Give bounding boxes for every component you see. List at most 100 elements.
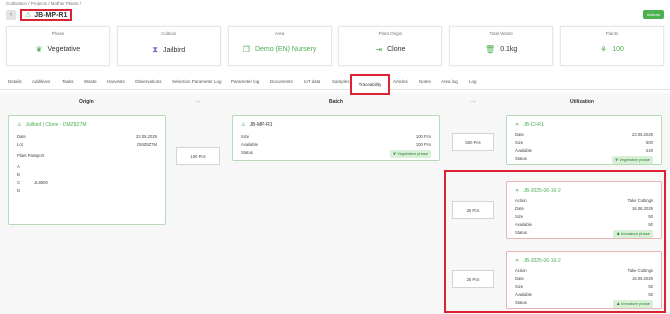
- field-label: Status: [515, 156, 527, 161]
- field-label: Available: [515, 292, 532, 297]
- utilization-card[interactable]: ✕ JB-2025-06-16-2 Action Take Cuttings Dat…: [506, 251, 662, 309]
- stat-cultivar: Cultivar ⧗ Jailbird: [116, 26, 221, 66]
- field-value: 16.06.2025: [632, 276, 653, 281]
- stat-total-waste: Total Waste 🗑 0.1kg: [449, 26, 554, 66]
- field-label: Available: [515, 222, 532, 227]
- passport-list: A B C JL8500 D: [17, 164, 157, 196]
- status-badge: ❦ Vegetative phase: [389, 150, 431, 158]
- tab-observations[interactable]: Observations: [135, 79, 162, 84]
- page-title: JB-MP-R1: [34, 11, 68, 19]
- plant-passport-label: Plant Passport: [17, 153, 45, 158]
- utilization-heading: Utilization: [570, 99, 594, 105]
- batch-heading: Batch: [329, 99, 343, 105]
- field-label: Size: [515, 140, 524, 145]
- field-label: Available: [241, 142, 258, 147]
- stat-label: Cultivar: [161, 31, 177, 36]
- title-bar: ‹ ⚠ JB-MP-R1: [6, 8, 73, 22]
- field-label: Status: [241, 150, 253, 155]
- tab-traceability[interactable]: Traceability: [350, 74, 390, 95]
- field-value: 50: [648, 284, 653, 289]
- tab-parameter-log[interactable]: Parameter log: [231, 79, 259, 84]
- field-value: 50: [648, 292, 653, 297]
- field-label: Date: [515, 276, 524, 281]
- utilization-title[interactable]: JB-2025-06-16-2: [523, 258, 561, 264]
- field-value: 100 Pcs: [415, 142, 431, 147]
- stat-plant-origin: Plant Origin ⇥ Clone: [338, 26, 443, 66]
- utilization-card[interactable]: ✕ JB-CI-R1 Date 22.05.2025 Size 500 Availab…: [506, 115, 662, 165]
- copy-icon: ❐: [242, 45, 250, 54]
- field-value: 100 Pcs: [415, 134, 431, 139]
- field-label: Date: [515, 206, 524, 211]
- field-label: Date: [17, 134, 26, 139]
- passport-key: C: [17, 180, 21, 185]
- passport-key: A: [17, 164, 20, 169]
- origin-quantity: 100 Pcs: [176, 147, 220, 165]
- tab-documents[interactable]: Documents: [270, 79, 293, 84]
- field-value: Take Cuttings: [627, 198, 653, 203]
- origin-title[interactable]: Jailbird | Clone - DMZ8Z7M: [25, 122, 86, 128]
- batch-title: JB-MP-R1: [249, 122, 273, 128]
- tab-area-log[interactable]: Area log: [441, 79, 458, 84]
- stat-value: Jailbird: [163, 46, 186, 54]
- plant-icon: ⚘: [600, 45, 608, 54]
- cross-icon: ✕: [515, 188, 520, 194]
- cross-icon: ✕: [515, 122, 520, 128]
- tab-notes[interactable]: Notes: [419, 79, 431, 84]
- field-value: Take Cuttings: [627, 268, 653, 273]
- stat-plants: Plants ⚘ 100: [559, 26, 664, 66]
- breadcrumb[interactable]: Cultivation / Projects / Mother Plants /: [6, 1, 81, 6]
- cross-icon: ✕: [515, 258, 520, 264]
- field-label: Action: [515, 268, 527, 273]
- passport-value: JL8500: [34, 180, 48, 185]
- tab-iot-data[interactable]: IoT data: [304, 79, 320, 84]
- status-badge: ♟ Immature phase: [613, 300, 653, 308]
- stat-label: Plant Origin: [378, 31, 403, 36]
- tab-samples[interactable]: Samples: [332, 79, 350, 84]
- field-value: 50: [648, 222, 653, 227]
- origin-card[interactable]: ⚠ Jailbird | Clone - DMZ8Z7M Date 22.05.20…: [8, 115, 166, 225]
- origin-heading: Origin: [79, 99, 94, 105]
- field-value: DMZ8Z7M: [137, 142, 157, 147]
- tab-waste[interactable]: Waste: [84, 79, 97, 84]
- back-button[interactable]: ‹: [6, 10, 16, 20]
- stat-label: Phase: [51, 31, 65, 36]
- field-value: 22.05.2025: [632, 132, 653, 137]
- stat-value: 100: [612, 46, 624, 53]
- tab-additives[interactable]: Additives: [32, 79, 50, 84]
- status-badge: ♟ Immature phase: [613, 230, 653, 238]
- status-badge: ❦ Vegetative phase: [611, 156, 653, 164]
- field-label: Date: [515, 132, 524, 137]
- stat-label: Area: [274, 31, 285, 36]
- stat-area[interactable]: Area ❐ Demo (EN) Nursery: [227, 26, 332, 66]
- utilization-title[interactable]: JB-2025-06-16-2: [523, 188, 561, 194]
- tab-selection-parameter-log[interactable]: Selection Parameter Log: [172, 79, 222, 84]
- field-label: Available: [515, 148, 532, 153]
- field-value: 22.05.2025: [136, 134, 157, 139]
- field-value: 500: [646, 140, 653, 145]
- tab-details[interactable]: Details: [8, 79, 22, 84]
- field-label: Action: [515, 198, 527, 203]
- tab-log[interactable]: Log: [469, 79, 477, 84]
- tab-articles[interactable]: Articles: [393, 79, 408, 84]
- passport-key: D: [17, 188, 21, 193]
- utilization-card[interactable]: ✕ JB-2025-06-16-2 Action Take Cuttings Dat…: [506, 181, 662, 239]
- utilization-title[interactable]: JB-CI-R1: [523, 122, 544, 128]
- field-label: Size: [515, 214, 524, 219]
- batch-card[interactable]: ⚠ JB-MP-R1 Size 100 Pcs Available 100 Pcs S…: [232, 115, 440, 161]
- seedling-icon: ❦: [35, 45, 43, 54]
- stat-value: Clone: [387, 46, 406, 53]
- stat-value[interactable]: Demo (EN) Nursery: [255, 46, 316, 53]
- traceability-panel: Origin → Batch → Utilization ⚠ Jailbird |…: [0, 93, 670, 314]
- tab-harvests[interactable]: Harvests: [107, 79, 125, 84]
- tab-tasks[interactable]: Tasks: [62, 79, 74, 84]
- passport-key: B: [17, 172, 20, 177]
- page-title-box: ⚠ JB-MP-R1: [20, 9, 73, 21]
- arrow-right-icon: →: [193, 95, 202, 105]
- field-label: Lot: [17, 142, 23, 147]
- utilization-quantity: 25 Pcs: [452, 201, 494, 219]
- actions-button[interactable]: Actions: [642, 10, 664, 19]
- field-label: Size: [515, 284, 524, 289]
- stat-label: Total Waste: [489, 31, 513, 36]
- field-value: 16.06.2025: [632, 206, 653, 211]
- stat-phase: Phase ❦ Vegetative: [6, 26, 110, 66]
